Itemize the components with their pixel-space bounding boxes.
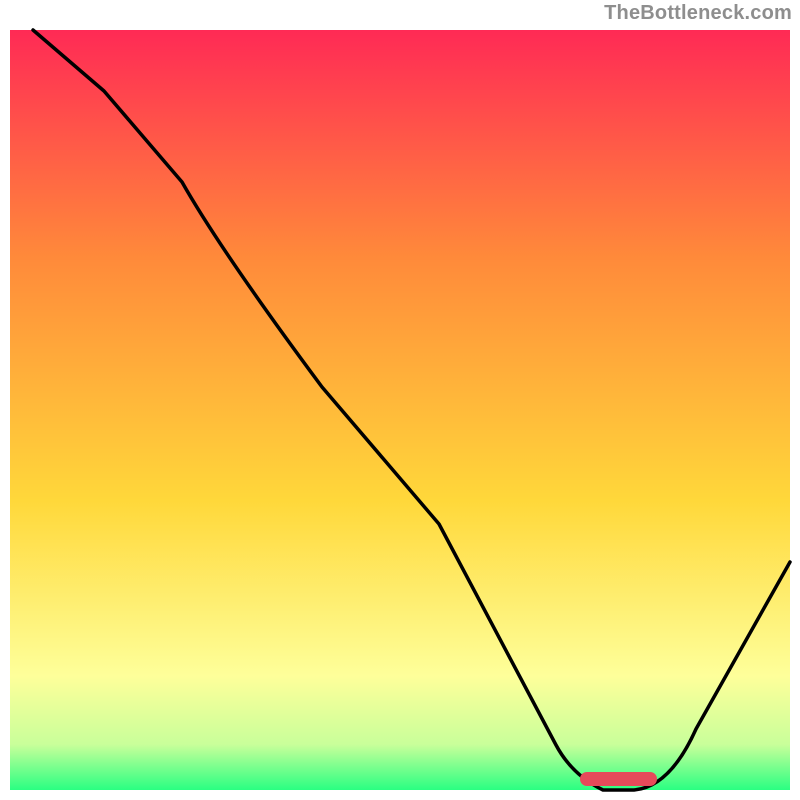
- bottleneck-plot: [0, 0, 800, 800]
- heat-background: [10, 30, 790, 790]
- watermark-text: TheBottleneck.com: [604, 2, 792, 25]
- chart-stage: TheBottleneck.com: [0, 0, 800, 800]
